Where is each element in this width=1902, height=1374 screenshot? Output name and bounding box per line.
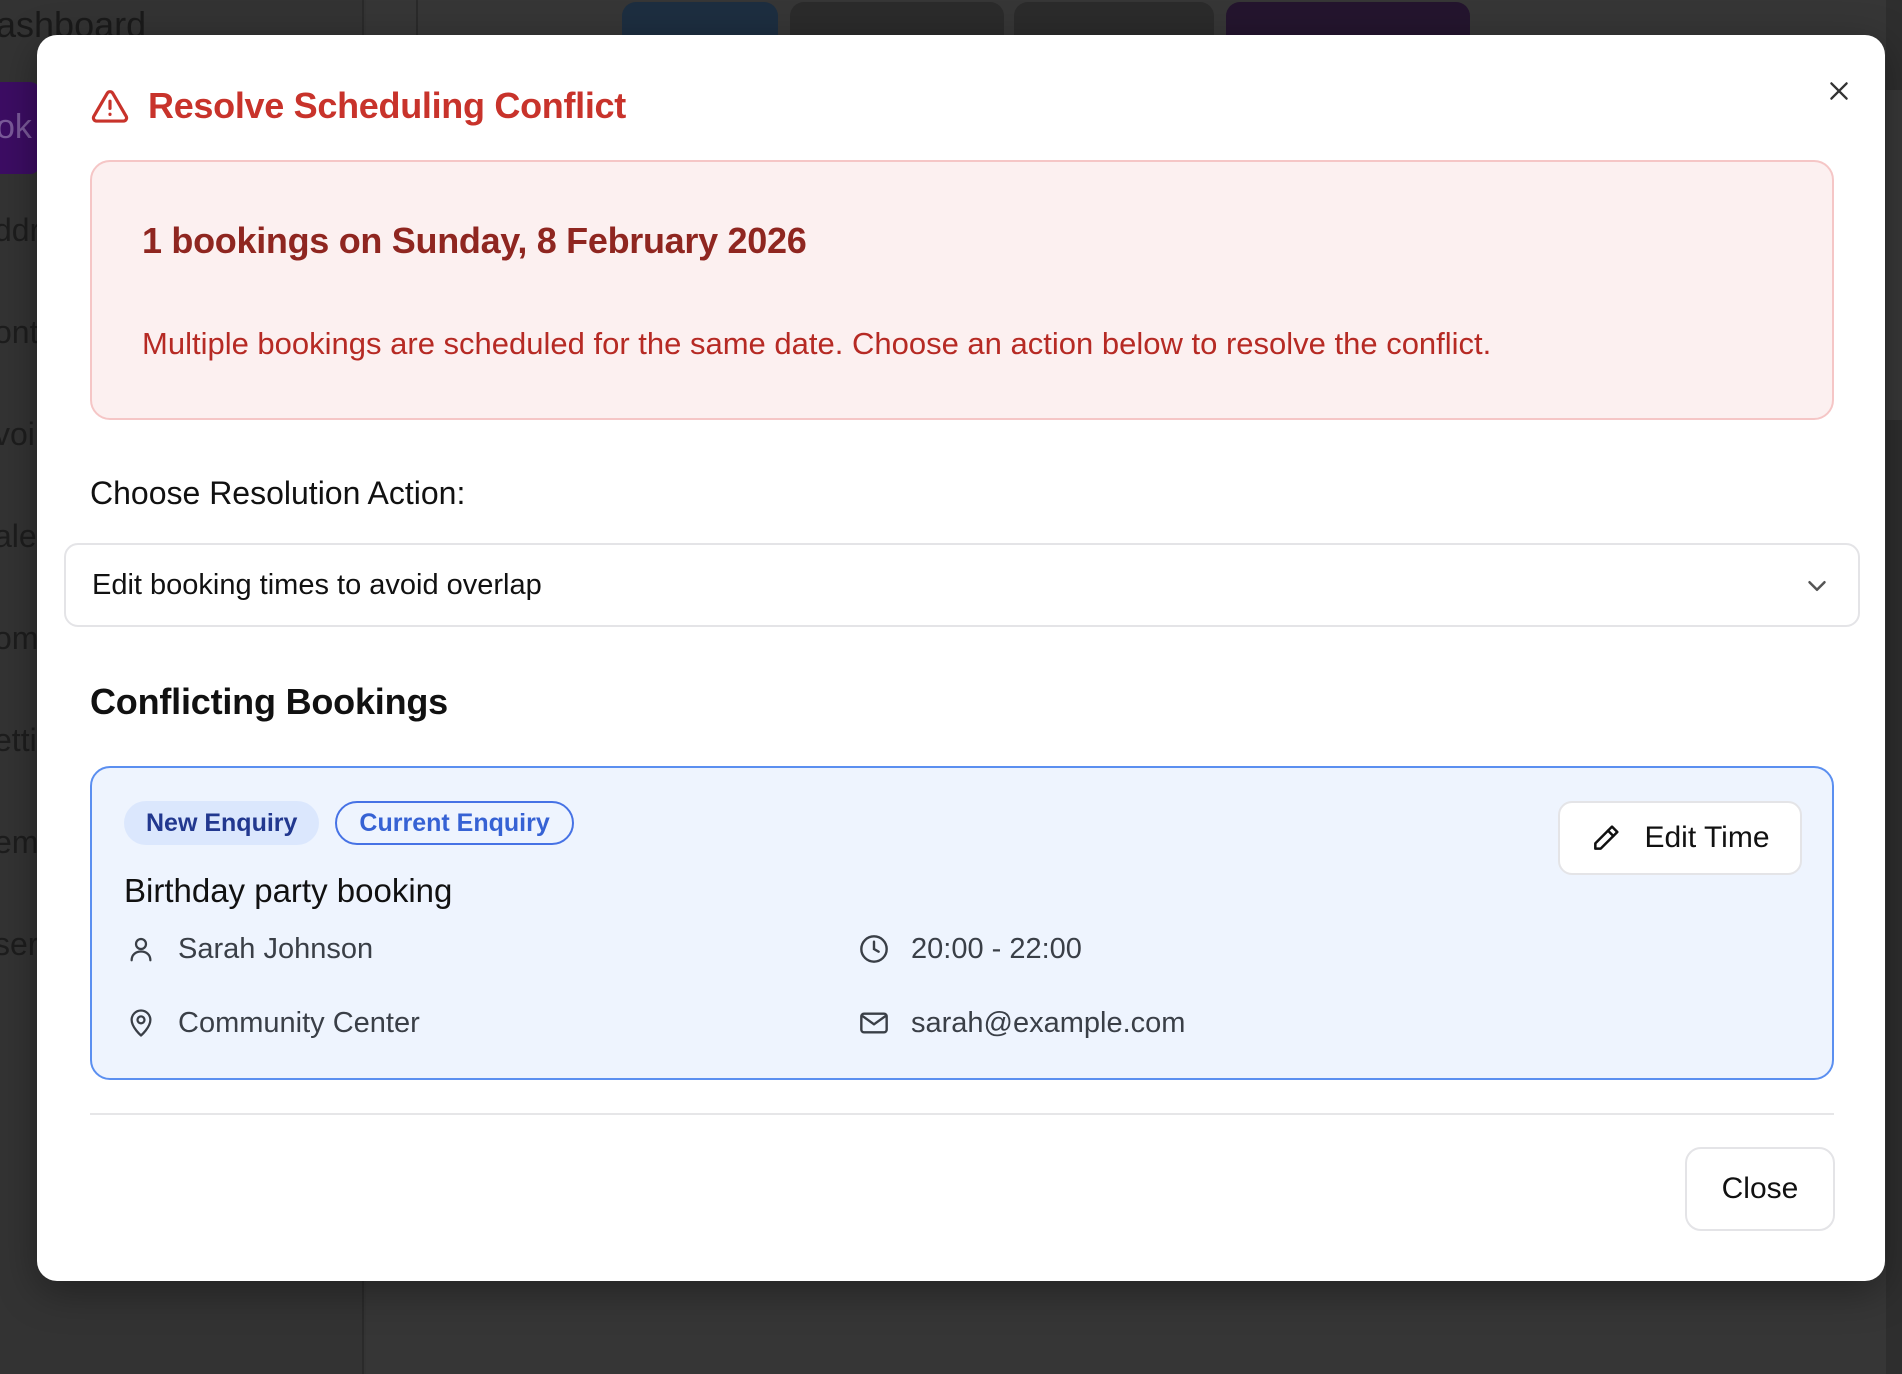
dialog-title: Resolve Scheduling Conflict — [148, 85, 626, 126]
user-icon — [124, 932, 158, 966]
background-sidebar-item: ale — [0, 518, 37, 554]
background-sidebar-item: ddr — [0, 212, 41, 248]
booking-card: New Enquiry Current Enquiry Edit Time Bi… — [90, 766, 1834, 1080]
warning-triangle-icon — [91, 90, 129, 123]
dialog-header: Resolve Scheduling Conflict — [90, 85, 626, 127]
background-sidebar-item: etti — [0, 722, 37, 758]
resolution-action-select[interactable]: Edit booking times to avoid overlap — [64, 543, 1860, 627]
booking-email-address: sarah@example.com — [911, 1006, 1186, 1039]
booking-badges: New Enquiry Current Enquiry — [124, 801, 574, 845]
booking-location-name: Community Center — [178, 1006, 420, 1039]
booking-email: sarah@example.com — [857, 1006, 1185, 1040]
edit-time-button[interactable]: Edit Time — [1558, 801, 1802, 875]
clock-icon — [857, 932, 891, 966]
status-badge-new-enquiry: New Enquiry — [124, 801, 320, 845]
background-sidebar-item: ont — [0, 314, 39, 350]
resolution-action-value: Edit booking times to avoid overlap — [92, 569, 542, 601]
background-sidebar-item: ser — [0, 926, 39, 962]
edit-time-label: Edit Time — [1644, 821, 1770, 854]
close-dialog-button[interactable] — [1817, 69, 1861, 113]
status-badge-current-enquiry: Current Enquiry — [335, 801, 574, 845]
footer-divider — [90, 1113, 1834, 1115]
pencil-icon — [1594, 825, 1620, 850]
background-sidebar-active-item: ok — [0, 82, 40, 174]
resolution-action-label: Choose Resolution Action: — [90, 475, 466, 511]
close-button[interactable]: Close — [1685, 1147, 1835, 1231]
chevron-down-icon — [1808, 581, 1826, 591]
booking-contact: Sarah Johnson — [124, 932, 373, 966]
background-sidebar-active-label: ok — [0, 108, 32, 146]
conflicting-bookings-heading: Conflicting Bookings — [90, 681, 448, 722]
conflict-alert: 1 bookings on Sunday, 8 February 2026 Mu… — [90, 160, 1834, 420]
booking-contact-name: Sarah Johnson — [178, 932, 374, 965]
background-sidebar-item: voi — [0, 416, 35, 452]
alert-heading: 1 bookings on Sunday, 8 February 2026 — [142, 220, 807, 261]
close-icon — [1830, 82, 1848, 100]
booking-location: Community Center — [124, 1006, 420, 1040]
booking-time: 20:00 - 22:00 — [857, 932, 1082, 966]
booking-time-range: 20:00 - 22:00 — [911, 932, 1082, 965]
booking-title: Birthday party booking — [124, 872, 453, 909]
mail-icon — [857, 1006, 891, 1040]
background-divider — [416, 0, 418, 40]
background-scrollbar — [1886, 0, 1902, 1374]
alert-message: Multiple bookings are scheduled for the … — [142, 326, 1492, 361]
map-pin-icon — [124, 1006, 158, 1040]
conflict-dialog: Resolve Scheduling Conflict 1 bookings o… — [37, 35, 1885, 1281]
background-sidebar-item: om — [0, 620, 39, 656]
